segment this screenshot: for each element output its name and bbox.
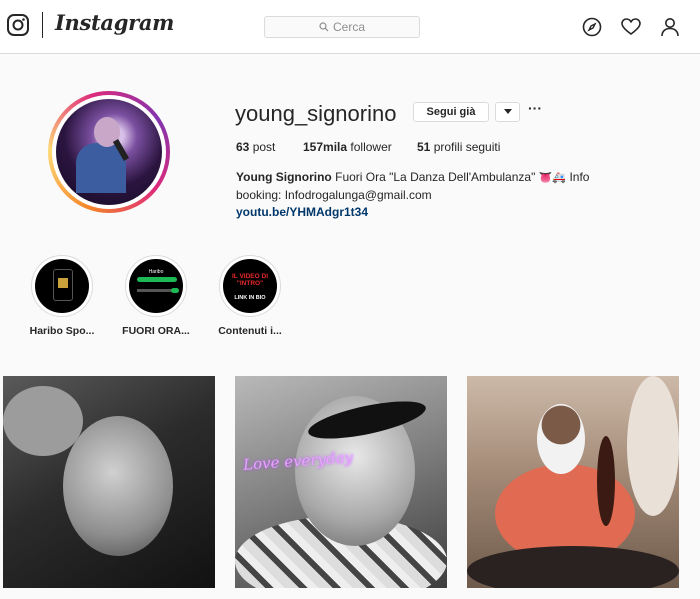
- phone-image: [53, 269, 73, 301]
- avatar-border: [52, 95, 166, 209]
- highlight-cover: IL VIDEO DI "INTRO" LINK IN BIO: [223, 259, 277, 313]
- post-hand-shape: [3, 386, 83, 456]
- cover-text-line-2: "INTRO": [236, 280, 264, 287]
- following-count: 51: [417, 140, 431, 154]
- phone-screen: [58, 278, 68, 288]
- highlight-cover-title: Haribo: [148, 269, 164, 275]
- avatar-photo: [56, 99, 162, 205]
- search-input[interactable]: Cerca: [264, 16, 420, 38]
- cover-text-line-1: IL VIDEO DI: [232, 273, 268, 280]
- following-label: profili seguiti: [433, 140, 501, 154]
- toggle-shape: [171, 288, 179, 293]
- posts-count: 63: [236, 140, 250, 154]
- highlight-haribo[interactable]: Haribo Spo...: [17, 255, 107, 337]
- user-icon[interactable]: [659, 16, 681, 38]
- highlight-cover: [35, 259, 89, 313]
- profile-bio: Young Signorino Fuori Ora "La Danza Dell…: [236, 169, 636, 221]
- ambulance-emoji-icon: 🚑: [552, 172, 567, 184]
- following-stat[interactable]: 51 profili seguiti: [417, 140, 500, 154]
- top-navigation-bar: Instagram Cerca: [0, 0, 700, 54]
- posts-stat: 63 post: [236, 140, 275, 154]
- highlight-label: Haribo Spo...: [29, 325, 95, 337]
- highlight-label: Contenuti i...: [218, 325, 282, 337]
- profile-avatar[interactable]: [48, 91, 170, 213]
- logo-divider: [42, 12, 43, 38]
- highlight-label: FUORI ORA...: [122, 325, 190, 337]
- compass-icon[interactable]: [581, 16, 603, 38]
- post-thumbnail[interactable]: Love everyday: [235, 376, 447, 588]
- cover-text-red: IL VIDEO DI "INTRO": [223, 273, 277, 287]
- posts-label: post: [252, 140, 276, 154]
- following-button[interactable]: Segui già: [413, 102, 489, 122]
- heart-icon[interactable]: [620, 16, 642, 38]
- highlight-contenuti[interactable]: IL VIDEO DI "INTRO" LINK IN BIO Contenut…: [205, 255, 295, 337]
- post-table-shape: [467, 546, 679, 588]
- bio-full-name: Young Signorino: [236, 170, 332, 184]
- shuffle-bar: [137, 277, 177, 282]
- followers-label: follower: [350, 140, 392, 154]
- post-thumbnail[interactable]: [467, 376, 679, 588]
- caret-down-icon: [503, 109, 512, 114]
- post-bottle-shape: [597, 436, 615, 526]
- search-placeholder: Cerca: [332, 20, 365, 34]
- highlight-ring: IL VIDEO DI "INTRO" LINK IN BIO: [219, 255, 281, 317]
- cover-text-line-3: LINK IN BIO: [234, 295, 266, 301]
- more-options-button[interactable]: ···: [526, 101, 544, 121]
- profile-username: young_signorino: [235, 101, 397, 126]
- tongue-emoji-icon: 👅: [538, 172, 553, 184]
- highlight-cover: Haribo: [129, 259, 183, 313]
- highlight-fuori-ora[interactable]: Haribo FUORI ORA...: [111, 255, 201, 337]
- post-thumbnail[interactable]: [3, 376, 215, 588]
- highlight-ring: [31, 255, 93, 317]
- highlight-ring: Haribo: [125, 255, 187, 317]
- bio-email: Infodrogalunga@gmail.com: [284, 188, 432, 202]
- instagram-wordmark[interactable]: Instagram: [55, 10, 174, 35]
- bio-text-line-1: Fuori Ora "La Danza Dell'Ambulanza": [335, 170, 536, 184]
- followers-count: 157mila: [303, 140, 348, 154]
- suggestions-dropdown-button[interactable]: [495, 102, 520, 122]
- followers-stat[interactable]: 157mila follower: [303, 140, 392, 154]
- post-face-shape: [537, 404, 585, 474]
- search-icon: [319, 22, 329, 32]
- bio-website-link[interactable]: youtu.be/YHMAdgr1t34: [236, 204, 636, 221]
- post-window-shape: [627, 376, 679, 516]
- post-face-shape: [63, 416, 173, 556]
- instagram-logo-icon[interactable]: [6, 13, 30, 37]
